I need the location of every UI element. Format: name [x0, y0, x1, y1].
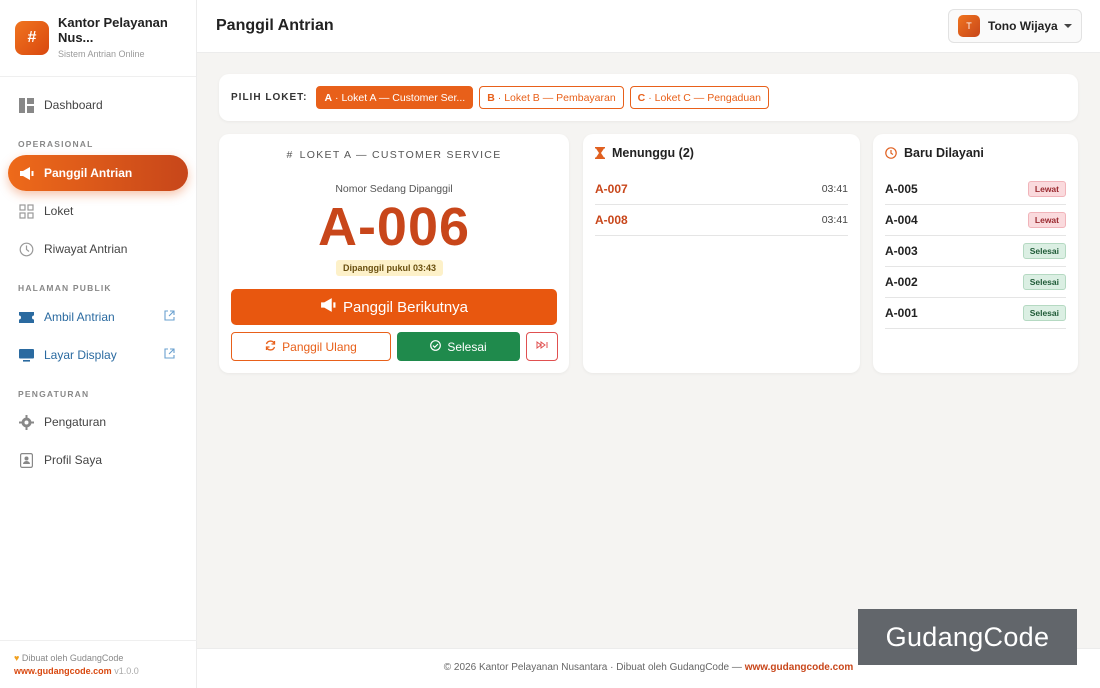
sidebar-item-label: Loket: [44, 204, 74, 218]
recently-served-card: Baru Dilayani A-005 Lewat A-004 Lewat A-…: [873, 134, 1078, 373]
sidebar-footer-link[interactable]: www.gudangcode.com v1.0.0: [14, 666, 139, 676]
refresh-icon: [265, 339, 276, 354]
sidebar-item-label: Layar Display: [44, 348, 117, 362]
megaphone-icon: [320, 298, 336, 316]
queue-number: A-007: [595, 181, 628, 196]
list-item: A-007 03:41: [595, 173, 848, 205]
external-link-icon: [164, 310, 176, 322]
sidebar-item-dashboard[interactable]: Dashboard: [8, 87, 188, 123]
sidebar-item-label: Panggil Antrian: [44, 166, 133, 180]
megaphone-icon: [18, 165, 34, 181]
sidebar-item-layar-display[interactable]: Layar Display: [8, 337, 188, 373]
sidebar-item-label: Riwayat Antrian: [44, 242, 128, 256]
sidebar-item-label: Ambil Antrian: [44, 310, 115, 324]
chevron-down-icon: [1064, 24, 1072, 28]
sidebar-footer: ♥ Dibuat oleh GudangCode www.gudangcode.…: [0, 640, 197, 688]
waiting-heading: Menunggu (2): [595, 146, 694, 160]
list-item: A-004 Lewat: [885, 204, 1066, 236]
call-next-button[interactable]: Panggil Berikutnya: [231, 289, 557, 325]
section-pengaturan: PENGATURAN: [18, 389, 90, 399]
brand: # Kantor Pelayanan Nus... Sistem Antrian…: [0, 0, 196, 77]
monitor-icon: [18, 347, 34, 363]
sidebar-item-riwayat[interactable]: Riwayat Antrian: [8, 231, 188, 267]
status-badge: Selesai: [1022, 304, 1066, 321]
external-link-icon: [164, 348, 176, 360]
version-label: v1.0.0: [114, 666, 139, 676]
id-badge-icon: [18, 452, 34, 468]
sidebar-item-panggil-antrian[interactable]: Panggil Antrian: [8, 155, 188, 191]
sidebar-item-loket[interactable]: Loket: [8, 193, 188, 229]
section-operasional: OPERASIONAL: [18, 139, 94, 149]
avatar: T: [958, 15, 980, 37]
current-number: A-006: [317, 197, 471, 257]
topbar: Panggil Antrian T Tono Wijaya: [197, 0, 1100, 53]
current-sub-label: Nomor Sedang Dipanggil: [335, 183, 453, 195]
queue-number: A-003: [885, 243, 918, 258]
loket-option-b[interactable]: B · Loket B — Pembayaran: [479, 86, 624, 109]
loket-option-a[interactable]: A · Loket A — Customer Ser...: [316, 86, 474, 109]
loket-picker: PILIH LOKET: A · Loket A — Customer Ser..…: [219, 74, 1078, 121]
user-menu-button[interactable]: T Tono Wijaya: [948, 9, 1082, 43]
list-item: A-002 Selesai: [885, 266, 1066, 298]
grid-icon: [18, 203, 34, 219]
made-by: ♥ Dibuat oleh GudangCode: [14, 653, 124, 663]
list-item: A-003 Selesai: [885, 235, 1066, 267]
sidebar-item-pengaturan[interactable]: Pengaturan: [8, 404, 188, 440]
brand-logo: #: [15, 21, 49, 55]
done-button[interactable]: Selesai: [397, 332, 520, 361]
queue-number: A-002: [885, 274, 918, 289]
list-item: A-001 Selesai: [885, 297, 1066, 329]
status-badge: Selesai: [1022, 273, 1066, 290]
skip-forward-icon: [536, 341, 548, 352]
hash-icon: #: [286, 149, 294, 161]
queue-time: 03:41: [821, 182, 848, 195]
sidebar-item-label: Pengaturan: [44, 415, 107, 429]
user-name: Tono Wijaya: [988, 19, 1058, 33]
status-badge: Lewat: [1027, 180, 1066, 197]
clock-history-icon: [18, 241, 34, 257]
sidebar-item-label: Profil Saya: [44, 453, 103, 467]
page-title: Panggil Antrian: [216, 17, 334, 34]
ticket-icon: [18, 309, 34, 325]
called-at-badge: Dipanggil pukul 03:43: [336, 260, 444, 276]
list-item: A-005 Lewat: [885, 173, 1066, 205]
sidebar-item-ambil-antrian[interactable]: Ambil Antrian: [8, 299, 188, 335]
queue-number: A-005: [885, 181, 918, 196]
footer-link[interactable]: www.gudangcode.com: [745, 662, 854, 673]
footer-text: © 2026 Kantor Pelayanan Nusantara · Dibu…: [443, 662, 742, 673]
skip-button[interactable]: [526, 332, 558, 361]
heart-icon: ♥: [14, 653, 20, 663]
recall-button[interactable]: Panggil Ulang: [231, 332, 391, 361]
hourglass-icon: [595, 147, 605, 159]
section-halaman-publik: HALAMAN PUBLIK: [18, 283, 112, 293]
check-circle-icon: [430, 339, 442, 354]
queue-number: A-001: [885, 305, 918, 320]
served-heading: Baru Dilayani: [885, 146, 984, 160]
watermark: GudangCode: [858, 609, 1077, 665]
clock-icon: [885, 147, 897, 159]
status-badge: Lewat: [1027, 211, 1066, 228]
dashboard-icon: [18, 97, 34, 113]
queue-time: 03:41: [821, 213, 848, 226]
sidebar: # Kantor Pelayanan Nus... Sistem Antrian…: [0, 0, 197, 688]
brand-title: Kantor Pelayanan Nus...: [58, 15, 168, 45]
queue-number: A-004: [885, 212, 918, 227]
loket-option-c[interactable]: C · Loket C — Pengaduan: [629, 86, 769, 109]
waiting-card: Menunggu (2) A-007 03:41 A-008 03:41: [583, 134, 860, 373]
list-item: A-008 03:41: [595, 204, 848, 236]
picker-label: PILIH LOKET:: [231, 92, 308, 103]
queue-number: A-008: [595, 212, 628, 227]
status-badge: Selesai: [1022, 242, 1066, 259]
brand-subtitle: Sistem Antrian Online: [58, 49, 145, 59]
current-queue-card: # LOKET A — CUSTOMER SERVICE Nomor Sedang…: [219, 134, 569, 373]
sidebar-item-label: Dashboard: [44, 98, 103, 112]
gear-icon: [18, 414, 34, 430]
sidebar-item-profil[interactable]: Profil Saya: [8, 442, 188, 478]
loket-heading: # LOKET A — CUSTOMER SERVICE: [286, 149, 502, 161]
